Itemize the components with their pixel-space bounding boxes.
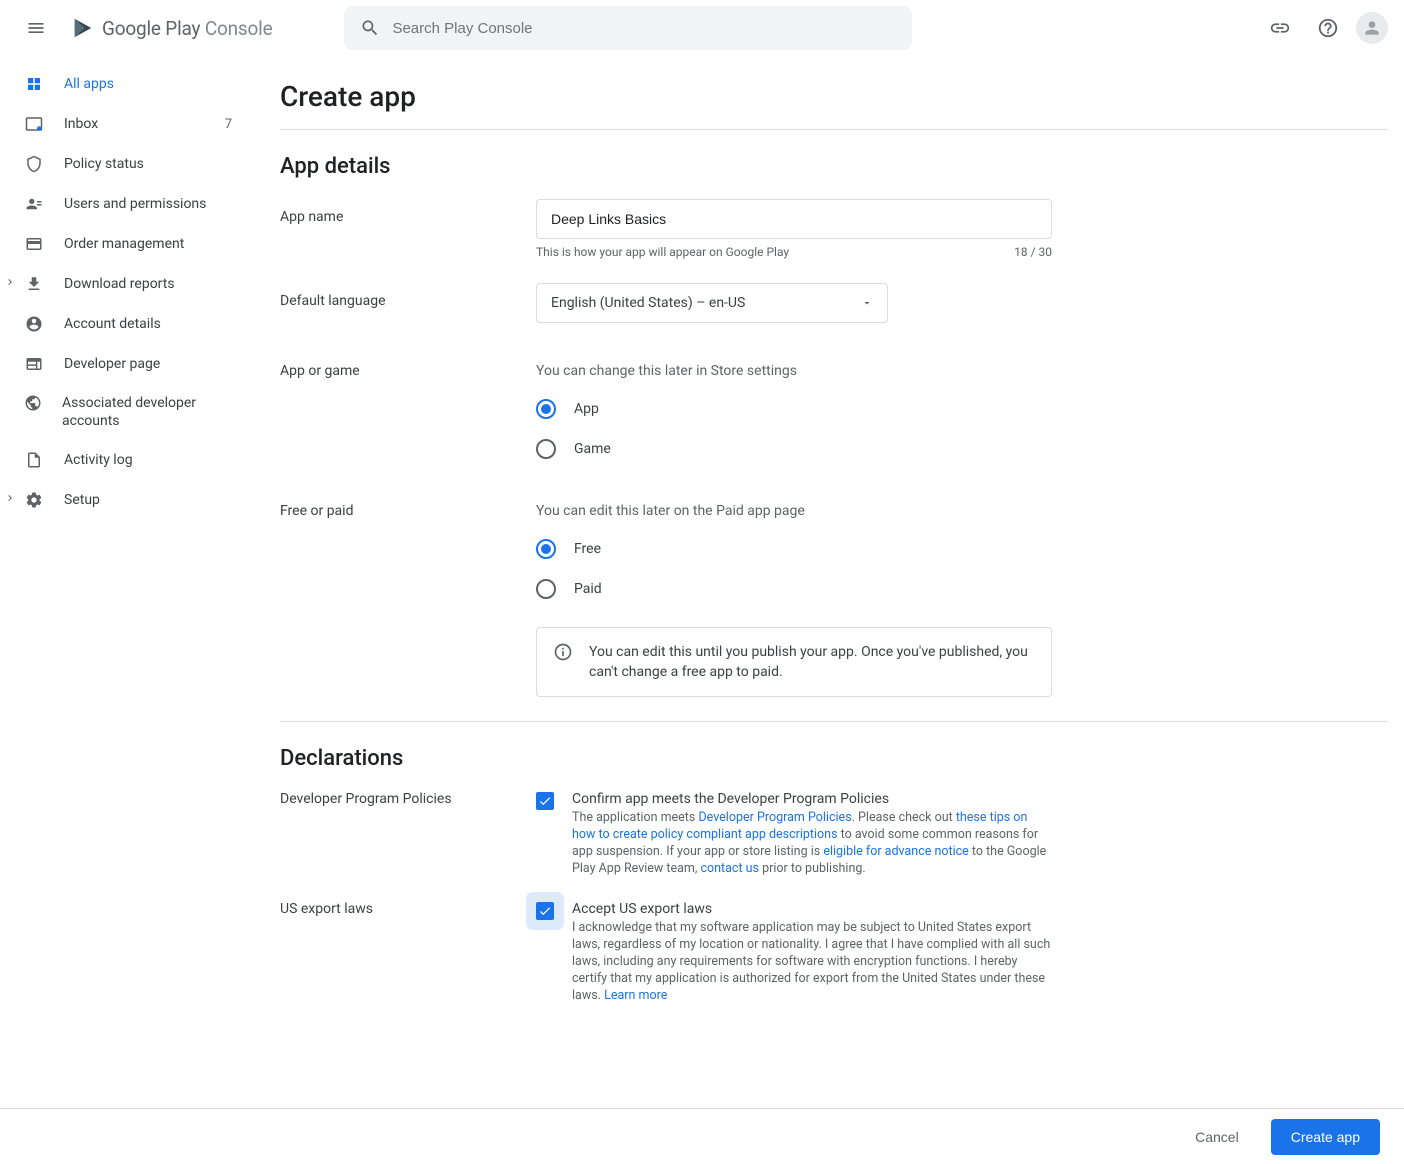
free-or-paid-hint: You can edit this later on the Paid app … <box>536 503 1052 519</box>
sidebar: All apps Inbox 7 Policy status Users and… <box>0 56 256 1108</box>
checkmark-icon <box>538 904 552 918</box>
export-title: Accept US export laws <box>572 901 1052 917</box>
web-icon <box>25 355 43 373</box>
sidebar-item-associated[interactable]: Associated developer accounts <box>0 384 256 440</box>
radio-free[interactable] <box>536 539 556 559</box>
link-learn-more[interactable]: Learn more <box>604 988 667 1003</box>
default-language-select[interactable]: English (United States) – en-US <box>536 283 888 323</box>
apps-icon <box>25 75 43 93</box>
play-logo-icon <box>72 16 94 40</box>
sidebar-item-users[interactable]: Users and permissions <box>0 184 256 224</box>
main-content: Create app App details App name This is … <box>256 56 1404 1108</box>
card-icon <box>25 235 43 253</box>
dpp-title: Confirm app meets the Developer Program … <box>572 791 1052 807</box>
sidebar-item-activity-log[interactable]: Activity log <box>0 440 256 480</box>
app-name-counter: 18 / 30 <box>1014 245 1052 259</box>
dpp-body: The application meets Developer Program … <box>572 809 1052 877</box>
app-name-input[interactable] <box>536 199 1052 239</box>
chevron-right-icon <box>4 492 16 508</box>
checkbox-export[interactable] <box>536 902 554 920</box>
radio-game[interactable] <box>536 439 556 459</box>
search-input[interactable] <box>392 20 896 37</box>
link-dpp[interactable]: Developer Program Policies <box>698 810 851 825</box>
footer: Cancel Create app <box>0 1108 1404 1164</box>
app-name-label: App name <box>280 199 536 259</box>
free-or-paid-label: Free or paid <box>280 503 536 697</box>
sidebar-item-inbox[interactable]: Inbox 7 <box>0 104 256 144</box>
info-icon <box>553 642 573 662</box>
users-icon <box>25 195 43 213</box>
default-language-label: Default language <box>280 283 536 323</box>
sidebar-item-account-details[interactable]: Account details <box>0 304 256 344</box>
create-app-button[interactable]: Create app <box>1271 1119 1380 1155</box>
group-icon <box>24 394 42 412</box>
account-avatar[interactable] <box>1356 12 1388 44</box>
search-box[interactable] <box>344 6 912 50</box>
header: Google Play Console <box>0 0 1404 56</box>
search-icon <box>360 18 380 38</box>
gear-icon <box>25 491 43 509</box>
sidebar-item-setup[interactable]: Setup <box>0 480 256 520</box>
info-note: You can edit this until you publish your… <box>536 627 1052 697</box>
section-declarations: Declarations <box>280 746 1388 771</box>
divider <box>280 721 1388 722</box>
link-icon <box>1269 17 1291 39</box>
radio-app[interactable] <box>536 399 556 419</box>
section-app-details: App details <box>280 154 1388 179</box>
sidebar-item-developer-page[interactable]: Developer page <box>0 344 256 384</box>
sidebar-item-order-mgmt[interactable]: Order management <box>0 224 256 264</box>
link-advance-notice[interactable]: eligible for advance notice <box>823 844 968 859</box>
export-label: US export laws <box>280 901 536 1004</box>
hamburger-menu-button[interactable] <box>16 8 56 48</box>
sidebar-item-policy-status[interactable]: Policy status <box>0 144 256 184</box>
dropdown-icon <box>861 297 873 309</box>
chevron-right-icon <box>4 276 16 292</box>
checkmark-icon <box>538 794 552 808</box>
logo-text: Google Play Console <box>102 17 272 40</box>
shield-icon <box>25 155 43 173</box>
cancel-button[interactable]: Cancel <box>1175 1119 1259 1155</box>
inbox-icon <box>25 115 43 133</box>
help-button[interactable] <box>1308 8 1348 48</box>
export-body: I acknowledge that my software applicati… <box>572 919 1052 1004</box>
app-name-helper: This is how your app will appear on Goog… <box>536 245 789 259</box>
app-or-game-hint: You can change this later in Store setti… <box>536 363 1052 379</box>
help-icon <box>1317 17 1339 39</box>
sidebar-item-all-apps[interactable]: All apps <box>0 64 256 104</box>
logo[interactable]: Google Play Console <box>68 16 332 40</box>
radio-paid[interactable] <box>536 579 556 599</box>
account-icon <box>25 315 43 333</box>
page-title: Create app <box>280 80 1388 113</box>
sidebar-item-download-reports[interactable]: Download reports <box>0 264 256 304</box>
document-icon <box>25 451 43 469</box>
person-icon <box>1362 18 1382 38</box>
link-contact-us[interactable]: contact us <box>700 861 759 876</box>
menu-icon <box>26 18 46 38</box>
inbox-count-badge: 7 <box>225 117 232 132</box>
app-or-game-label: App or game <box>280 363 536 479</box>
checkbox-dpp[interactable] <box>536 792 554 810</box>
divider <box>280 129 1388 130</box>
dpp-label: Developer Program Policies <box>280 791 536 877</box>
download-icon <box>25 275 43 293</box>
link-button[interactable] <box>1260 8 1300 48</box>
